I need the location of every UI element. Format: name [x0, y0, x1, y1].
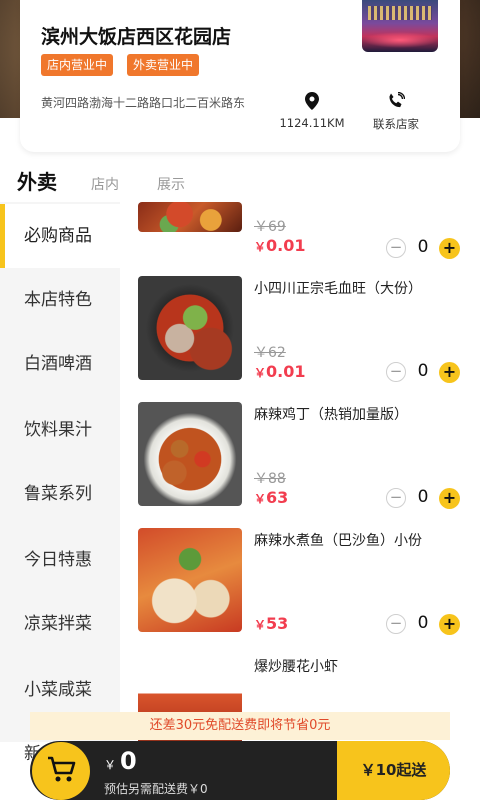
price-value: 63 [266, 488, 289, 507]
increase-quantity-button[interactable]: + [439, 238, 460, 259]
category-item-liquor-beer[interactable]: 白酒啤酒 [0, 332, 120, 396]
product-original-price: ￥62 [254, 345, 286, 361]
contact-store-button[interactable]: 联系店家 [364, 92, 428, 132]
quantity-value: 0 [417, 487, 429, 507]
product-price: ￥0.01 [254, 236, 306, 255]
delivery-fee-estimate: 预估另需配送费￥0 [104, 782, 208, 796]
tab-takeout[interactable]: 外卖 [17, 166, 57, 195]
product-name: 麻辣鸡丁（热销加量版） [254, 407, 408, 423]
cart-total: ￥ 0 [104, 747, 137, 775]
distance-button[interactable]: 1124.11KM [274, 92, 350, 130]
location-pin-icon [305, 92, 319, 110]
quantity-stepper: − 0 + [386, 613, 460, 636]
store-photo[interactable] [362, 0, 438, 52]
increase-quantity-button[interactable]: + [439, 488, 460, 509]
shopping-cart-icon [48, 756, 76, 782]
product-name: 小四川正宗毛血旺（大份） [254, 281, 422, 297]
product-original-price: ￥69 [254, 219, 286, 235]
increase-quantity-button[interactable]: + [439, 362, 460, 383]
category-item-drinks[interactable]: 饮料果汁 [0, 398, 120, 462]
phone-icon [389, 92, 405, 108]
tab-display[interactable]: 展示 [157, 174, 185, 194]
product-item[interactable]: ￥69 ￥0.01 − 0 + [120, 202, 480, 259]
price-value: 53 [266, 614, 289, 633]
quantity-value: 0 [417, 361, 429, 381]
product-price: ￥63 [254, 488, 288, 507]
category-sidebar: 必购商品 本店特色 白酒啤酒 饮料果汁 鲁菜系列 今日特惠 凉菜拌菜 小菜咸菜 … [0, 202, 120, 764]
category-item-cold-dishes[interactable]: 凉菜拌菜 [0, 592, 120, 656]
quantity-stepper: − 0 + [386, 237, 460, 260]
product-price: ￥53 [254, 614, 288, 633]
category-item-must-buy[interactable]: 必购商品 [0, 204, 120, 268]
decrease-quantity-button[interactable]: − [386, 614, 406, 634]
price-currency: ￥ [254, 492, 267, 506]
store-name: 滨州大饭店西区花园店 [41, 26, 232, 48]
product-name: 爆炒腰花小虾 [254, 659, 338, 675]
quantity-value: 0 [417, 613, 429, 633]
product-image[interactable] [138, 402, 242, 506]
store-info-card: 滨州大饭店西区花园店 店内营业中 外卖营业中 黄河四路渤海十二路路口北二百米路东… [20, 0, 460, 152]
price-currency: ￥ [254, 618, 267, 632]
price-value: 0.01 [266, 236, 306, 255]
tab-dine-in[interactable]: 店内 [91, 174, 119, 194]
contact-store-label: 联系店家 [373, 117, 419, 131]
product-price: ￥0.01 [254, 362, 306, 381]
product-item[interactable]: 麻辣水煮鱼（巴沙鱼）小份 ￥53 − 0 + [120, 528, 480, 654]
quantity-value: 0 [417, 237, 429, 257]
cart-button[interactable] [32, 742, 90, 800]
cart-total-value: 0 [120, 747, 137, 775]
decrease-quantity-button[interactable]: − [386, 488, 406, 508]
product-image[interactable] [138, 202, 242, 232]
quantity-stepper: − 0 + [386, 487, 460, 510]
price-currency: ￥ [254, 366, 267, 380]
category-item-specialties[interactable]: 本店特色 [0, 268, 120, 332]
product-item[interactable]: 小四川正宗毛血旺（大份） ￥62 ￥0.01 − 0 + [120, 276, 480, 402]
delivery-status-badge: 外卖营业中 [127, 54, 200, 76]
product-original-price: ￥88 [254, 471, 286, 487]
category-item-daily-deals[interactable]: 今日特惠 [0, 528, 120, 592]
increase-quantity-button[interactable]: + [439, 614, 460, 635]
product-image[interactable] [138, 276, 242, 380]
checkout-button[interactable]: ￥10起送 [337, 741, 450, 800]
dine-in-status-badge: 店内营业中 [41, 54, 114, 76]
free-delivery-notice: 还差30元免配送费即将节省0元 [30, 712, 450, 740]
price-value: 0.01 [266, 362, 306, 381]
cart-currency: ￥ [104, 758, 117, 772]
product-image[interactable] [138, 528, 242, 632]
product-item[interactable]: 麻辣鸡丁（热销加量版） ￥88 ￥63 − 0 + [120, 402, 480, 528]
decrease-quantity-button[interactable]: − [386, 362, 406, 382]
product-name: 麻辣水煮鱼（巴沙鱼）小份 [254, 533, 422, 549]
category-item-shandong-dishes[interactable]: 鲁菜系列 [0, 462, 120, 526]
quantity-stepper: − 0 + [386, 361, 460, 384]
product-list[interactable]: ￥69 ￥0.01 − 0 + 小四川正宗毛血旺（大份） ￥62 ￥0.01 −… [120, 202, 480, 742]
price-currency: ￥ [254, 240, 267, 254]
store-address: 黄河四路渤海十二路路口北二百米路东 [41, 96, 246, 110]
decrease-quantity-button[interactable]: − [386, 238, 406, 258]
order-mode-tabs: 外卖 店内 展示 [0, 168, 480, 200]
distance-label: 1124.11KM [279, 116, 345, 130]
